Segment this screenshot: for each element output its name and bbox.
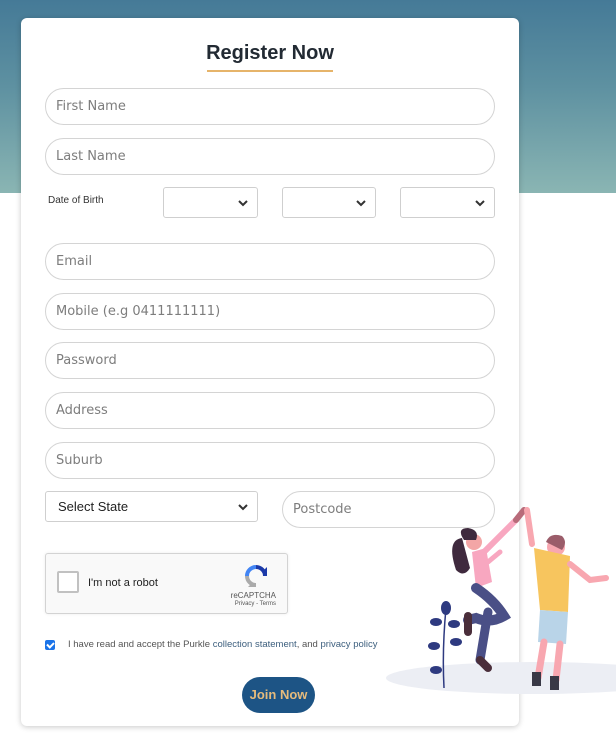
consent-checkbox[interactable] [45, 639, 55, 650]
suburb-input[interactable] [45, 442, 495, 479]
dob-label: Date of Birth [48, 195, 104, 206]
woman-figure [452, 507, 527, 672]
recaptcha-logo-icon [245, 565, 267, 587]
dob-year-select[interactable] [400, 187, 495, 218]
consent-text-middle: , and [296, 639, 321, 650]
recaptcha-checkbox[interactable] [57, 571, 79, 593]
first-name-input[interactable] [45, 88, 495, 125]
email-input[interactable] [45, 243, 495, 280]
privacy-policy-link[interactable]: privacy policy [320, 639, 377, 650]
consent-text-prefix: I have read and accept the Purkle [68, 639, 213, 650]
chevron-down-icon [238, 200, 248, 207]
page-title: Register Now [206, 42, 334, 64]
recaptcha-links[interactable]: Privacy - Terms [46, 601, 286, 607]
dob-day-select[interactable] [163, 187, 258, 218]
title-underline [207, 70, 333, 72]
chevron-down-icon [475, 200, 485, 207]
state-select[interactable]: Select State [45, 491, 258, 522]
recaptcha-widget: I'm not a robot reCAPTCHA Privacy - Term… [45, 553, 288, 614]
last-name-input[interactable] [45, 138, 495, 175]
recaptcha-brand: reCAPTCHA [230, 591, 276, 600]
ground-shadow [386, 662, 616, 694]
address-input[interactable] [45, 392, 495, 429]
join-now-button[interactable]: Join Now [242, 677, 315, 713]
consent-row: I have read and accept the Purkle collec… [45, 639, 378, 650]
dob-month-select[interactable] [282, 187, 376, 218]
high-five-illustration [386, 507, 616, 694]
mobile-input[interactable] [45, 293, 495, 330]
consent-text: I have read and accept the Purkle collec… [68, 639, 378, 650]
chevron-down-icon [356, 200, 366, 207]
recaptcha-label: I'm not a robot [88, 577, 158, 589]
state-select-value: Select State [58, 499, 129, 514]
password-input[interactable] [45, 342, 495, 379]
chevron-down-icon [238, 504, 248, 511]
collection-statement-link[interactable]: collection statement [213, 639, 297, 650]
